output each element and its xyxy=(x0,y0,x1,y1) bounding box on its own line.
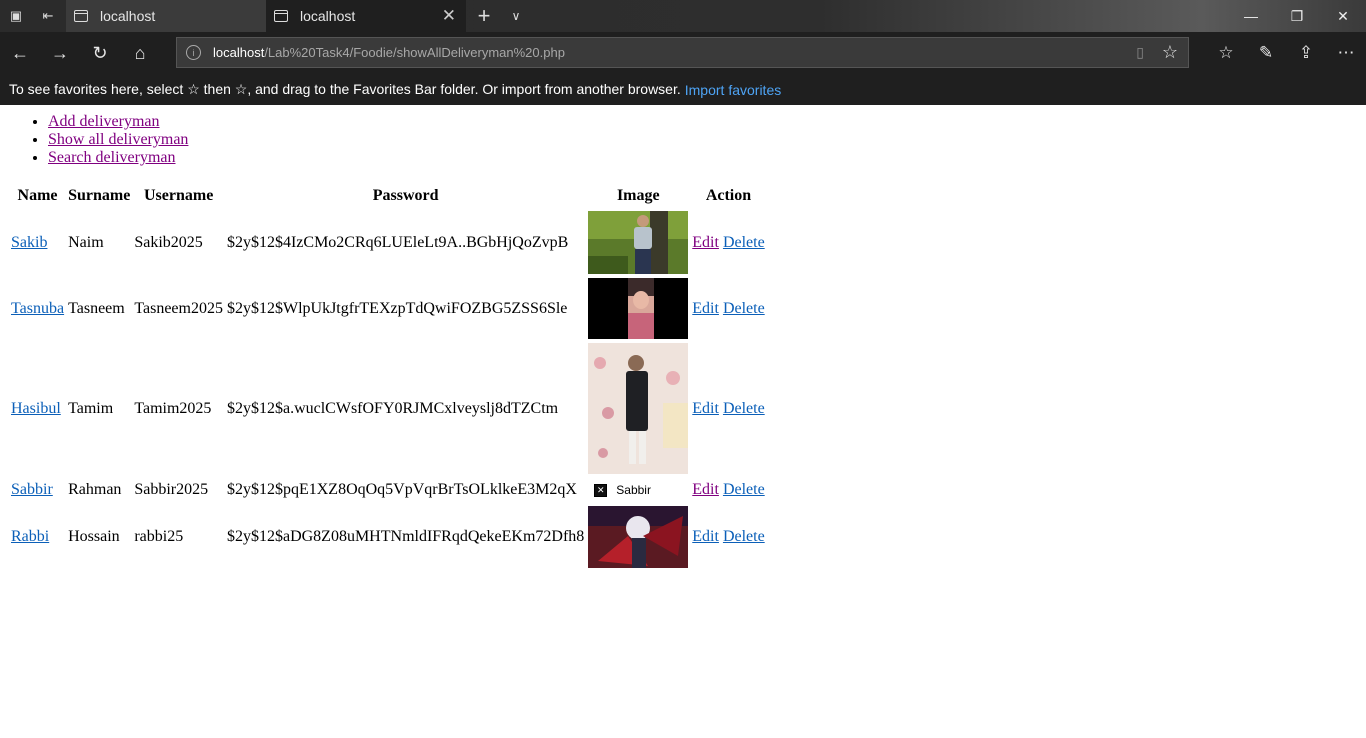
info-icon[interactable]: i xyxy=(186,45,201,60)
table-row: Tasnuba Tasneem Tasneem2025 $2y$12$WlpUk… xyxy=(10,277,766,340)
table-row: Hasibul Tamim Tamim2025 $2y$12$a.wuclCWs… xyxy=(10,342,766,475)
column-header: Username xyxy=(143,186,214,204)
edit-link[interactable]: Edit xyxy=(692,528,719,545)
column-header: Surname xyxy=(68,186,131,204)
pen-icon[interactable]: ✎ xyxy=(1246,32,1286,74)
surname-cell: Naim xyxy=(68,233,104,251)
add-deliveryman-link[interactable]: Add deliveryman xyxy=(48,113,160,130)
edit-link[interactable]: Edit xyxy=(692,300,719,317)
delete-link[interactable]: Delete xyxy=(723,400,765,417)
edit-link[interactable]: Edit xyxy=(692,400,719,417)
name-link[interactable]: Sabbir xyxy=(11,481,53,498)
forward-icon[interactable]: → xyxy=(40,32,80,74)
list-item: Search deliveryman xyxy=(48,149,188,167)
surname-cell: Tamim xyxy=(68,399,114,417)
username-cell: Tasneem2025 xyxy=(134,299,223,317)
deliveryman-table: Name Surname Username Password Image Act… xyxy=(8,181,768,571)
restore-icon[interactable]: ❐ xyxy=(1274,0,1320,32)
surname-cell: Hossain xyxy=(68,528,120,545)
back-icon[interactable]: ← xyxy=(0,32,40,74)
deliveryman-photo xyxy=(588,278,689,339)
table-row: Sabbir Rahman Sabbir2025 $2y$12$pqE1XZ8O… xyxy=(10,477,766,503)
column-header: Name xyxy=(17,186,58,204)
tab-title: localhost xyxy=(300,8,356,24)
deliveryman-photo xyxy=(588,211,689,274)
minimize-icon[interactable]: — xyxy=(1228,0,1274,32)
broken-image-icon: ✕ xyxy=(594,483,608,497)
list-item: Add deliveryman xyxy=(48,113,188,131)
broken-image: ✕ Sabbir xyxy=(588,478,688,502)
favorites-bar: To see favorites here, select ☆ then ☆, … xyxy=(0,74,1366,105)
image-alt-text: Sabbir xyxy=(616,483,651,497)
edit-link[interactable]: Edit xyxy=(692,481,719,498)
new-tab-icon[interactable]: + xyxy=(472,0,496,32)
refresh-icon[interactable]: ↻ xyxy=(80,32,120,74)
search-deliveryman-link[interactable]: Search deliveryman xyxy=(48,149,176,166)
name-link[interactable]: Rabbi xyxy=(11,528,49,545)
name-link[interactable]: Sakib xyxy=(11,234,47,251)
more-icon[interactable]: ⋯ xyxy=(1326,32,1366,74)
list-item: Show all deliveryman xyxy=(48,131,188,149)
username-cell: Tamim2025 xyxy=(134,399,212,417)
set-aside-tabs-icon[interactable]: ⇤ xyxy=(32,0,64,32)
name-link[interactable]: Hasibul xyxy=(11,400,61,417)
username-cell: Sakib2025 xyxy=(134,233,203,251)
favorites-hub-icon[interactable]: ☆ xyxy=(1206,32,1246,74)
address-bar[interactable]: i localhost/Lab%20Task4/Foodie/showAllDe… xyxy=(176,37,1189,68)
delete-link[interactable]: Delete xyxy=(723,528,765,545)
navigation-bar: ← → ↻ ⌂ i localhost/Lab%20Task4/Foodie/s… xyxy=(0,32,1366,74)
table-row: Sakib Naim Sakib2025 $2y$12$4IzCMo2CRq6L… xyxy=(10,210,766,275)
column-header: Action xyxy=(705,186,752,204)
column-header: Image xyxy=(616,186,660,204)
tab-sets-icon[interactable]: ▣ xyxy=(0,0,32,32)
chevron-down-icon[interactable]: ∨ xyxy=(504,0,528,32)
close-window-icon[interactable]: ✕ xyxy=(1320,0,1366,32)
close-tab-icon[interactable]: ✕ xyxy=(442,6,456,26)
deliveryman-photo xyxy=(588,343,689,474)
delete-link[interactable]: Delete xyxy=(723,481,765,498)
reading-view-icon[interactable]: ▯ xyxy=(1136,44,1144,61)
import-favorites-link[interactable]: Import favorites xyxy=(685,82,781,98)
favorite-star-icon[interactable]: ☆ xyxy=(1162,42,1178,63)
password-cell: $2y$12$pqE1XZ8OqOq5VpVqrBrTsOLklkeE3M2qX xyxy=(226,481,577,498)
name-link[interactable]: Tasnuba xyxy=(11,300,64,317)
password-cell: $2y$12$a.wuclCWsfOFY0RJMCxlveyslj8dTZCtm xyxy=(226,399,559,417)
share-icon[interactable]: ⇪ xyxy=(1286,32,1326,74)
tab-title: localhost xyxy=(100,8,156,24)
favorites-message: To see favorites here, select ☆ then ☆, … xyxy=(9,81,681,97)
username-cell: rabbi25 xyxy=(134,528,184,545)
url-text[interactable]: localhost/Lab%20Task4/Foodie/showAllDeli… xyxy=(213,45,565,60)
password-cell: $2y$12$WlpUkJtgfrTEXzpTdQwiFOZBG5ZSS6Sle xyxy=(226,299,568,317)
page-icon xyxy=(274,10,288,22)
edit-link[interactable]: Edit xyxy=(692,234,719,251)
deliveryman-photo xyxy=(588,506,689,568)
table-row: Rabbi Hossain rabbi25 $2y$12$aDG8Z08uMHT… xyxy=(10,505,766,569)
page-content: Add deliveryman Show all deliveryman Sea… xyxy=(0,105,1366,738)
password-cell: $2y$12$4IzCMo2CRq6LUEleLt9A..BGbHjQoZvpB xyxy=(226,233,569,251)
surname-cell: Rahman xyxy=(68,481,122,498)
home-icon[interactable]: ⌂ xyxy=(120,32,160,74)
surname-cell: Tasneem xyxy=(68,299,125,317)
tab-inactive[interactable]: localhost xyxy=(66,0,266,32)
page-icon xyxy=(74,10,88,22)
show-all-deliveryman-link[interactable]: Show all deliveryman xyxy=(48,131,188,148)
username-cell: Sabbir2025 xyxy=(134,481,209,498)
delete-link[interactable]: Delete xyxy=(723,234,765,251)
column-header: Password xyxy=(372,186,439,204)
tab-active[interactable]: localhost ✕ xyxy=(266,0,466,32)
system-icons: ▣ ⇤ xyxy=(0,0,64,32)
password-cell: $2y$12$aDG8Z08uMHTNmldIFRqdQekeEKm72Dfh8 xyxy=(226,528,585,545)
nav-list: Add deliveryman Show all deliveryman Sea… xyxy=(0,113,188,167)
header-row: Name Surname Username Password Image Act… xyxy=(10,183,766,208)
tab-bar: ▣ ⇤ localhost localhost ✕ + ∨ — ❐ ✕ xyxy=(0,0,1366,32)
delete-link[interactable]: Delete xyxy=(723,300,765,317)
window-controls: — ❐ ✕ xyxy=(1228,0,1366,32)
